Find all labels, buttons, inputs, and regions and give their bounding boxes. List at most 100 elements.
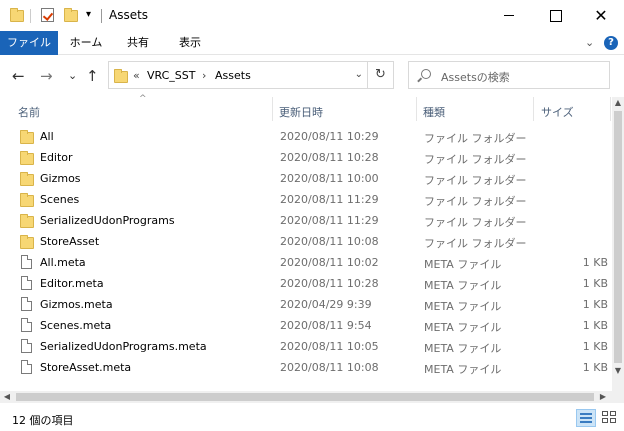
file-icon xyxy=(21,360,32,374)
tab-file[interactable]: ファイル xyxy=(0,31,58,55)
tab-share[interactable]: 共有 xyxy=(114,31,162,55)
list-item[interactable]: SerializedUdonPrograms.meta 2020/08/11 10… xyxy=(0,336,612,357)
list-item[interactable]: Gizmos.meta 2020/04/29 9:39 META ファイル 1 KB xyxy=(0,294,612,315)
minimize-button[interactable] xyxy=(486,0,532,31)
list-item[interactable]: Scenes 2020/08/11 11:29 ファイル フォルダー xyxy=(0,189,612,210)
search-icon xyxy=(421,69,431,79)
folder-icon xyxy=(20,129,34,144)
column-divider[interactable] xyxy=(533,97,534,121)
folder-icon xyxy=(20,171,34,186)
file-name: Editor.meta xyxy=(40,277,104,290)
expand-ribbon-icon[interactable]: ⌄ xyxy=(585,36,594,49)
scroll-corner xyxy=(612,391,624,403)
list-item[interactable]: Editor.meta 2020/08/11 10:28 META ファイル 1 KB xyxy=(0,273,612,294)
list-item[interactable]: SerializedUdonPrograms 2020/08/11 11:29 ファ… xyxy=(0,210,612,231)
breadcrumb-vrc-sst[interactable]: VRC_SST xyxy=(147,69,196,82)
scroll-right-icon[interactable]: ▶ xyxy=(596,391,610,403)
file-size: 1 KB xyxy=(582,298,608,311)
divider xyxy=(101,9,102,23)
item-count: 12 個の項目 xyxy=(12,414,74,427)
file-type: META ファイル xyxy=(424,300,502,313)
divider xyxy=(30,9,31,23)
column-date[interactable]: 更新日時 xyxy=(279,104,323,120)
list-item[interactable]: StoreAsset 2020/08/11 10:08 ファイル フォルダー xyxy=(0,231,612,252)
list-item[interactable]: Gizmos 2020/08/11 10:00 ファイル フォルダー xyxy=(0,168,612,189)
file-name: Scenes xyxy=(40,193,80,206)
file-type: ファイル フォルダー xyxy=(424,195,527,208)
file-size: 1 KB xyxy=(582,256,608,269)
file-type: META ファイル xyxy=(424,258,502,271)
column-size[interactable]: サイズ xyxy=(541,104,574,120)
address-bar[interactable]: « VRC_SST › Assets ⌄ xyxy=(108,61,368,89)
file-date: 2020/08/11 10:08 xyxy=(280,361,379,374)
maximize-button[interactable] xyxy=(532,0,578,31)
file-name: Gizmos xyxy=(40,172,81,185)
scroll-thumb[interactable] xyxy=(614,111,622,363)
list-item[interactable]: StoreAsset.meta 2020/08/11 10:08 META ファイル… xyxy=(0,357,612,378)
file-type: ファイル フォルダー xyxy=(424,153,527,166)
title-bar: ▾ Assets ✕ xyxy=(0,0,624,31)
folder-icon xyxy=(20,150,34,165)
vertical-scrollbar[interactable]: ▲ ▼ xyxy=(612,97,624,391)
column-type[interactable]: 種類 xyxy=(423,104,445,120)
file-icon xyxy=(21,297,32,311)
column-divider[interactable] xyxy=(610,97,611,121)
large-icons-view-icon[interactable] xyxy=(600,409,620,427)
file-date: 2020/08/11 11:29 xyxy=(280,193,379,206)
list-item[interactable]: All 2020/08/11 10:29 ファイル フォルダー xyxy=(0,126,612,147)
list-item[interactable]: Editor 2020/08/11 10:28 ファイル フォルダー xyxy=(0,147,612,168)
file-date: 2020/04/29 9:39 xyxy=(280,298,372,311)
refresh-button[interactable]: ↻ xyxy=(368,61,394,89)
properties-icon[interactable] xyxy=(41,8,54,22)
file-name: SerializedUdonPrograms xyxy=(40,214,175,227)
file-type: META ファイル xyxy=(424,342,502,355)
breadcrumb-separator[interactable]: › xyxy=(202,69,206,82)
file-name: All xyxy=(40,130,54,143)
file-name: Scenes.meta xyxy=(40,319,112,332)
column-divider[interactable] xyxy=(416,97,417,121)
recent-locations-button[interactable]: ⌄ xyxy=(68,69,77,82)
search-input[interactable]: Assetsの検索 xyxy=(441,69,510,85)
forward-button[interactable]: → xyxy=(40,67,53,85)
breadcrumb-overflow[interactable]: « xyxy=(133,69,140,82)
scroll-left-icon[interactable]: ◀ xyxy=(0,391,14,403)
file-icon xyxy=(21,255,32,269)
file-type: ファイル フォルダー xyxy=(424,174,527,187)
list-item[interactable]: All.meta 2020/08/11 10:02 META ファイル 1 KB xyxy=(0,252,612,273)
navigation-bar: ← → ⌄ ↑ « VRC_SST › Assets ⌄ ↻ Assetsの検索 xyxy=(0,55,624,97)
scroll-down-icon[interactable]: ▼ xyxy=(612,365,624,377)
file-date: 2020/08/11 10:05 xyxy=(280,340,379,353)
file-size: 1 KB xyxy=(582,277,608,290)
breadcrumb-assets[interactable]: Assets xyxy=(215,69,251,82)
file-name: Gizmos.meta xyxy=(40,298,113,311)
file-size: 1 KB xyxy=(582,340,608,353)
back-button[interactable]: ← xyxy=(12,67,25,85)
details-view-icon[interactable] xyxy=(576,409,596,427)
list-item[interactable]: Scenes.meta 2020/08/11 9:54 META ファイル 1 KB xyxy=(0,315,612,336)
file-size: 1 KB xyxy=(582,319,608,332)
quick-access-dropdown-icon[interactable]: ▾ xyxy=(86,9,91,20)
tab-view[interactable]: 表示 xyxy=(166,31,214,55)
column-name[interactable]: 名前 xyxy=(18,104,40,120)
file-icon xyxy=(21,276,32,290)
search-box[interactable]: Assetsの検索 xyxy=(408,61,610,89)
folder-icon xyxy=(20,213,34,228)
address-dropdown-icon[interactable]: ⌄ xyxy=(355,69,363,80)
horizontal-scrollbar[interactable]: ◀ ▶ xyxy=(0,391,612,403)
file-type: META ファイル xyxy=(424,363,502,376)
scroll-thumb[interactable] xyxy=(16,393,594,401)
up-button[interactable]: ↑ xyxy=(86,67,99,85)
close-button[interactable]: ✕ xyxy=(578,0,624,31)
file-date: 2020/08/11 10:28 xyxy=(280,277,379,290)
file-name: Editor xyxy=(40,151,73,164)
tab-home[interactable]: ホーム xyxy=(62,31,110,55)
column-divider[interactable] xyxy=(272,97,273,121)
file-size: 1 KB xyxy=(582,361,608,374)
file-type: META ファイル xyxy=(424,321,502,334)
scroll-up-icon[interactable]: ▲ xyxy=(612,97,624,109)
window-title: Assets xyxy=(109,8,149,22)
file-name: SerializedUdonPrograms.meta xyxy=(40,340,207,353)
file-date: 2020/08/11 10:00 xyxy=(280,172,379,185)
column-header: ^ 名前 更新日時 種類 サイズ xyxy=(0,94,612,123)
help-icon[interactable]: ? xyxy=(604,36,618,50)
